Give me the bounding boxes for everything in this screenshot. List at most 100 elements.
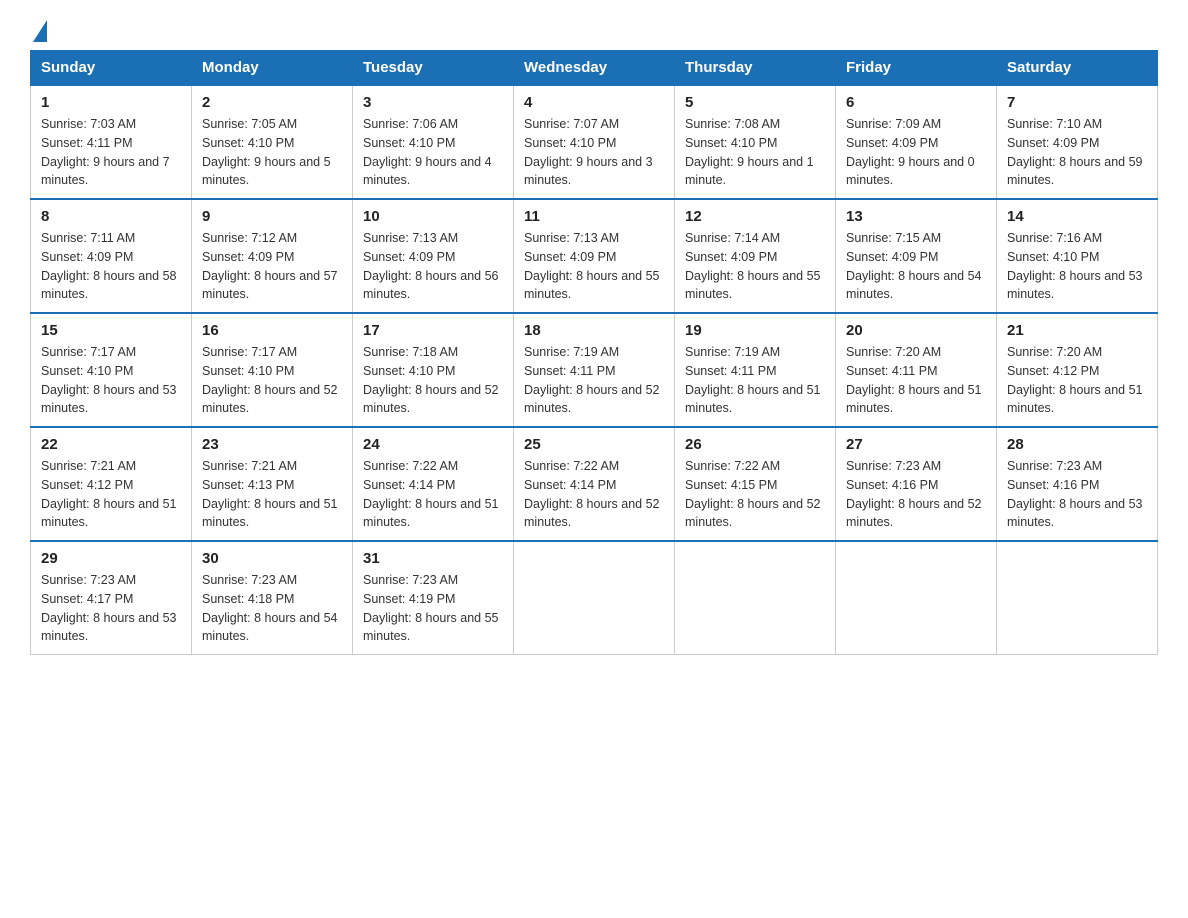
calendar-cell: 31 Sunrise: 7:23 AMSunset: 4:19 PMDayligh… [353,541,514,655]
calendar-week-row: 15Sunrise: 7:17 AMSunset: 4:10 PMDayligh… [31,313,1158,427]
day-number: 19 [685,322,825,339]
day-number: 21 [1007,322,1147,339]
calendar-header-friday: Friday [836,51,997,86]
calendar-cell: 15Sunrise: 7:17 AMSunset: 4:10 PMDayligh… [31,313,192,427]
calendar-week-row: 29 Sunrise: 7:23 AMSunset: 4:17 PMDayligh… [31,541,1158,655]
day-number: 29 [41,550,181,567]
day-number: 3 [363,94,503,111]
calendar-cell: 23 Sunrise: 7:21 AMSunset: 4:13 PMDayligh… [192,427,353,541]
day-info: Sunrise: 7:09 AMSunset: 4:09 PMDaylight:… [846,115,986,190]
day-number: 10 [363,208,503,225]
day-number: 7 [1007,94,1147,111]
calendar-cell: 19 Sunrise: 7:19 AMSunset: 4:11 PMDayligh… [675,313,836,427]
day-info: Sunrise: 7:18 AMSunset: 4:10 PMDaylight:… [363,343,503,418]
day-number: 22 [41,436,181,453]
calendar-cell [675,541,836,655]
day-info: Sunrise: 7:21 AMSunset: 4:12 PMDaylight:… [41,457,181,532]
logo-blue-part [30,20,47,44]
calendar-cell: 3 Sunrise: 7:06 AMSunset: 4:10 PMDaylight… [353,85,514,199]
day-info: Sunrise: 7:07 AMSunset: 4:10 PMDaylight:… [524,115,664,190]
day-info: Sunrise: 7:13 AMSunset: 4:09 PMDaylight:… [363,229,503,304]
day-number: 6 [846,94,986,111]
calendar-header-monday: Monday [192,51,353,86]
page-header [30,20,1158,40]
calendar-table: SundayMondayTuesdayWednesdayThursdayFrid… [30,50,1158,655]
day-info: Sunrise: 7:21 AMSunset: 4:13 PMDaylight:… [202,457,342,532]
calendar-cell: 30 Sunrise: 7:23 AMSunset: 4:18 PMDayligh… [192,541,353,655]
day-info: Sunrise: 7:23 AMSunset: 4:18 PMDaylight:… [202,571,342,646]
calendar-header-wednesday: Wednesday [514,51,675,86]
day-info: Sunrise: 7:23 AMSunset: 4:16 PMDaylight:… [1007,457,1147,532]
calendar-cell: 10 Sunrise: 7:13 AMSunset: 4:09 PMDayligh… [353,199,514,313]
day-info: Sunrise: 7:10 AMSunset: 4:09 PMDaylight:… [1007,115,1147,190]
day-number: 1 [41,94,181,111]
calendar-cell: 24Sunrise: 7:22 AMSunset: 4:14 PMDayligh… [353,427,514,541]
calendar-cell: 26 Sunrise: 7:22 AMSunset: 4:15 PMDayligh… [675,427,836,541]
day-info: Sunrise: 7:19 AMSunset: 4:11 PMDaylight:… [524,343,664,418]
day-number: 14 [1007,208,1147,225]
day-info: Sunrise: 7:06 AMSunset: 4:10 PMDaylight:… [363,115,503,190]
calendar-cell: 4 Sunrise: 7:07 AMSunset: 4:10 PMDaylight… [514,85,675,199]
calendar-cell: 28 Sunrise: 7:23 AMSunset: 4:16 PMDayligh… [997,427,1158,541]
calendar-header-sunday: Sunday [31,51,192,86]
calendar-cell: 14Sunrise: 7:16 AMSunset: 4:10 PMDayligh… [997,199,1158,313]
day-info: Sunrise: 7:22 AMSunset: 4:15 PMDaylight:… [685,457,825,532]
day-number: 2 [202,94,342,111]
calendar-cell [514,541,675,655]
day-info: Sunrise: 7:11 AMSunset: 4:09 PMDaylight:… [41,229,181,304]
calendar-cell: 6 Sunrise: 7:09 AMSunset: 4:09 PMDaylight… [836,85,997,199]
day-info: Sunrise: 7:15 AMSunset: 4:09 PMDaylight:… [846,229,986,304]
calendar-cell: 5 Sunrise: 7:08 AMSunset: 4:10 PMDaylight… [675,85,836,199]
day-number: 9 [202,208,342,225]
calendar-header-row: SundayMondayTuesdayWednesdayThursdayFrid… [31,51,1158,86]
calendar-week-row: 22 Sunrise: 7:21 AMSunset: 4:12 PMDayligh… [31,427,1158,541]
calendar-header-saturday: Saturday [997,51,1158,86]
day-number: 28 [1007,436,1147,453]
day-info: Sunrise: 7:05 AMSunset: 4:10 PMDaylight:… [202,115,342,190]
day-info: Sunrise: 7:14 AMSunset: 4:09 PMDaylight:… [685,229,825,304]
calendar-cell: 29 Sunrise: 7:23 AMSunset: 4:17 PMDayligh… [31,541,192,655]
calendar-cell: 11Sunrise: 7:13 AMSunset: 4:09 PMDayligh… [514,199,675,313]
day-number: 18 [524,322,664,339]
day-number: 27 [846,436,986,453]
day-info: Sunrise: 7:03 AMSunset: 4:11 PMDaylight:… [41,115,181,190]
day-number: 23 [202,436,342,453]
day-info: Sunrise: 7:20 AMSunset: 4:12 PMDaylight:… [1007,343,1147,418]
calendar-cell: 13Sunrise: 7:15 AMSunset: 4:09 PMDayligh… [836,199,997,313]
day-number: 31 [363,550,503,567]
logo [30,20,47,40]
calendar-cell [836,541,997,655]
calendar-cell: 2 Sunrise: 7:05 AMSunset: 4:10 PMDaylight… [192,85,353,199]
day-info: Sunrise: 7:12 AMSunset: 4:09 PMDaylight:… [202,229,342,304]
calendar-header-thursday: Thursday [675,51,836,86]
day-number: 26 [685,436,825,453]
calendar-week-row: 8Sunrise: 7:11 AMSunset: 4:09 PMDaylight… [31,199,1158,313]
day-info: Sunrise: 7:23 AMSunset: 4:16 PMDaylight:… [846,457,986,532]
day-info: Sunrise: 7:23 AMSunset: 4:19 PMDaylight:… [363,571,503,646]
day-info: Sunrise: 7:22 AMSunset: 4:14 PMDaylight:… [524,457,664,532]
day-number: 4 [524,94,664,111]
day-info: Sunrise: 7:08 AMSunset: 4:10 PMDaylight:… [685,115,825,190]
calendar-cell: 21 Sunrise: 7:20 AMSunset: 4:12 PMDayligh… [997,313,1158,427]
calendar-cell: 25 Sunrise: 7:22 AMSunset: 4:14 PMDayligh… [514,427,675,541]
day-number: 25 [524,436,664,453]
day-number: 17 [363,322,503,339]
calendar-cell: 16Sunrise: 7:17 AMSunset: 4:10 PMDayligh… [192,313,353,427]
calendar-cell: 7 Sunrise: 7:10 AMSunset: 4:09 PMDaylight… [997,85,1158,199]
calendar-cell: 27 Sunrise: 7:23 AMSunset: 4:16 PMDayligh… [836,427,997,541]
calendar-header-tuesday: Tuesday [353,51,514,86]
day-info: Sunrise: 7:19 AMSunset: 4:11 PMDaylight:… [685,343,825,418]
calendar-cell: 1 Sunrise: 7:03 AMSunset: 4:11 PMDaylight… [31,85,192,199]
calendar-cell: 8Sunrise: 7:11 AMSunset: 4:09 PMDaylight… [31,199,192,313]
logo-triangle-icon [33,20,47,42]
day-number: 5 [685,94,825,111]
calendar-cell: 12 Sunrise: 7:14 AMSunset: 4:09 PMDayligh… [675,199,836,313]
day-info: Sunrise: 7:23 AMSunset: 4:17 PMDaylight:… [41,571,181,646]
day-number: 24 [363,436,503,453]
day-info: Sunrise: 7:13 AMSunset: 4:09 PMDaylight:… [524,229,664,304]
day-number: 30 [202,550,342,567]
day-number: 12 [685,208,825,225]
day-number: 16 [202,322,342,339]
day-info: Sunrise: 7:20 AMSunset: 4:11 PMDaylight:… [846,343,986,418]
day-number: 20 [846,322,986,339]
